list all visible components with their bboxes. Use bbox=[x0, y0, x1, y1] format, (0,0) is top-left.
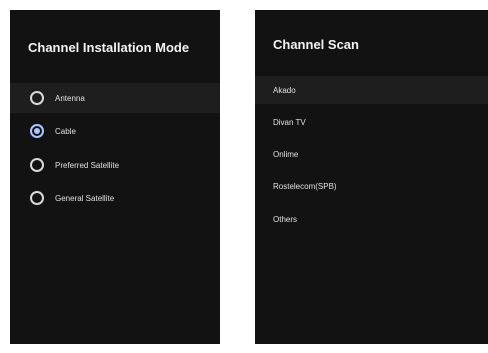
option-general-satellite[interactable]: General Satellite bbox=[10, 183, 220, 213]
option-antenna[interactable]: Antenna bbox=[10, 83, 220, 113]
channel-installation-mode-panel: Channel Installation Mode Antenna Cable … bbox=[10, 10, 220, 344]
channel-scan-panel: Channel Scan Akado Divan TV Onlime Roste… bbox=[255, 10, 488, 344]
scan-item-label: Divan TV bbox=[273, 117, 306, 127]
scan-item-label: Rostelecom(SPB) bbox=[273, 181, 337, 191]
option-label: Cable bbox=[55, 126, 76, 136]
option-label: Antenna bbox=[55, 93, 85, 103]
option-label: Preferred Satellite bbox=[55, 160, 120, 170]
panel-title: Channel Scan bbox=[273, 37, 359, 52]
scan-item-label: Akado bbox=[273, 85, 296, 95]
scan-item-onlime[interactable]: Onlime bbox=[255, 140, 488, 168]
radio-button-icon[interactable] bbox=[30, 91, 44, 105]
scan-item-label: Onlime bbox=[273, 149, 299, 159]
scan-item-akado[interactable]: Akado bbox=[255, 76, 488, 104]
scan-item-rostelecom-spb[interactable]: Rostelecom(SPB) bbox=[255, 172, 488, 200]
scan-item-label: Others bbox=[273, 214, 298, 224]
radio-button-checked-icon[interactable] bbox=[30, 124, 44, 138]
option-label: General Satellite bbox=[55, 193, 115, 203]
radio-button-icon[interactable] bbox=[30, 158, 44, 172]
scan-item-divan-tv[interactable]: Divan TV bbox=[255, 108, 488, 136]
option-cable[interactable]: Cable bbox=[10, 116, 220, 146]
panel-title: Channel Installation Mode bbox=[28, 40, 190, 55]
option-preferred-satellite[interactable]: Preferred Satellite bbox=[10, 150, 220, 180]
scan-item-others[interactable]: Others bbox=[255, 205, 488, 233]
radio-button-icon[interactable] bbox=[30, 191, 44, 205]
